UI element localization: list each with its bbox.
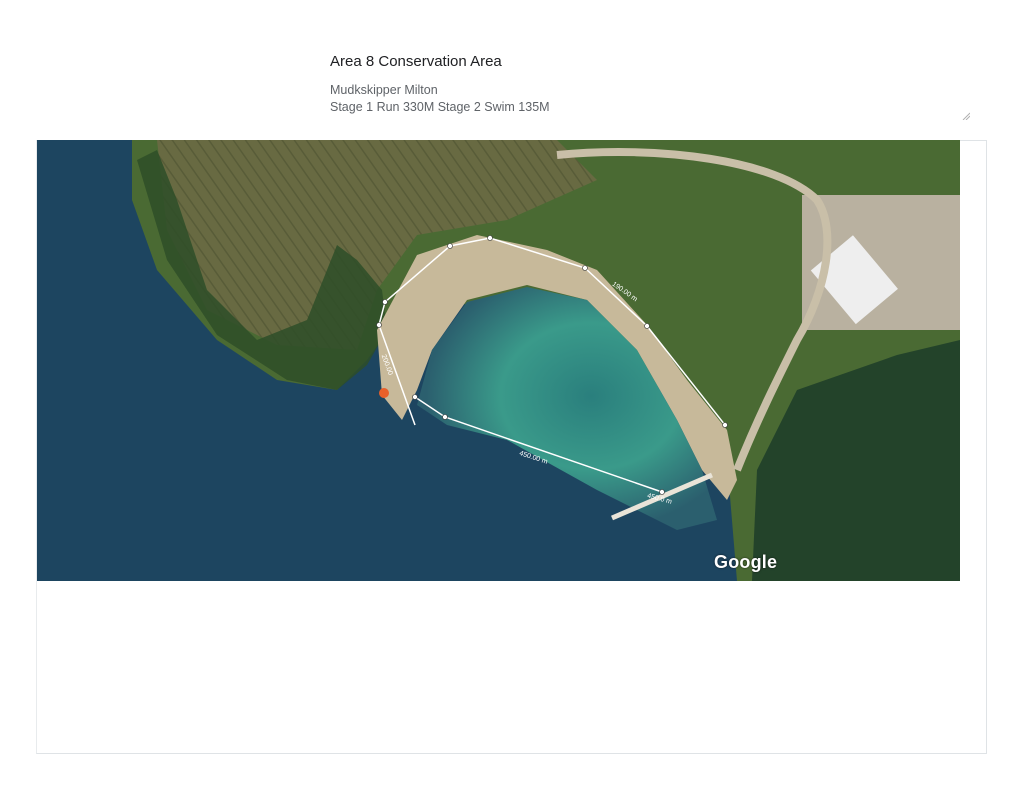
satellite-image[interactable]: 190.00 m 200.00 450.00 m 450.0 m [37, 140, 960, 581]
google-logo: Google [714, 552, 778, 572]
map-title: Area 8 Conservation Area [330, 53, 502, 70]
map-description: Mudkskipper Milton Stage 1 Run 330M Stag… [330, 82, 970, 116]
start-marker [379, 388, 389, 398]
map-route-details: Stage 1 Run 330M Stage 2 Swim 135M [330, 100, 550, 114]
map-subtitle: Mudkskipper Milton [330, 83, 438, 97]
map-description-panel: Area 8 Conservation Area Mudkskipper Mil… [330, 52, 970, 120]
resize-grip-icon[interactable] [962, 112, 970, 120]
satellite-map[interactable]: 190.00 m 200.00 450.00 m 450.0 m Google [37, 140, 960, 581]
